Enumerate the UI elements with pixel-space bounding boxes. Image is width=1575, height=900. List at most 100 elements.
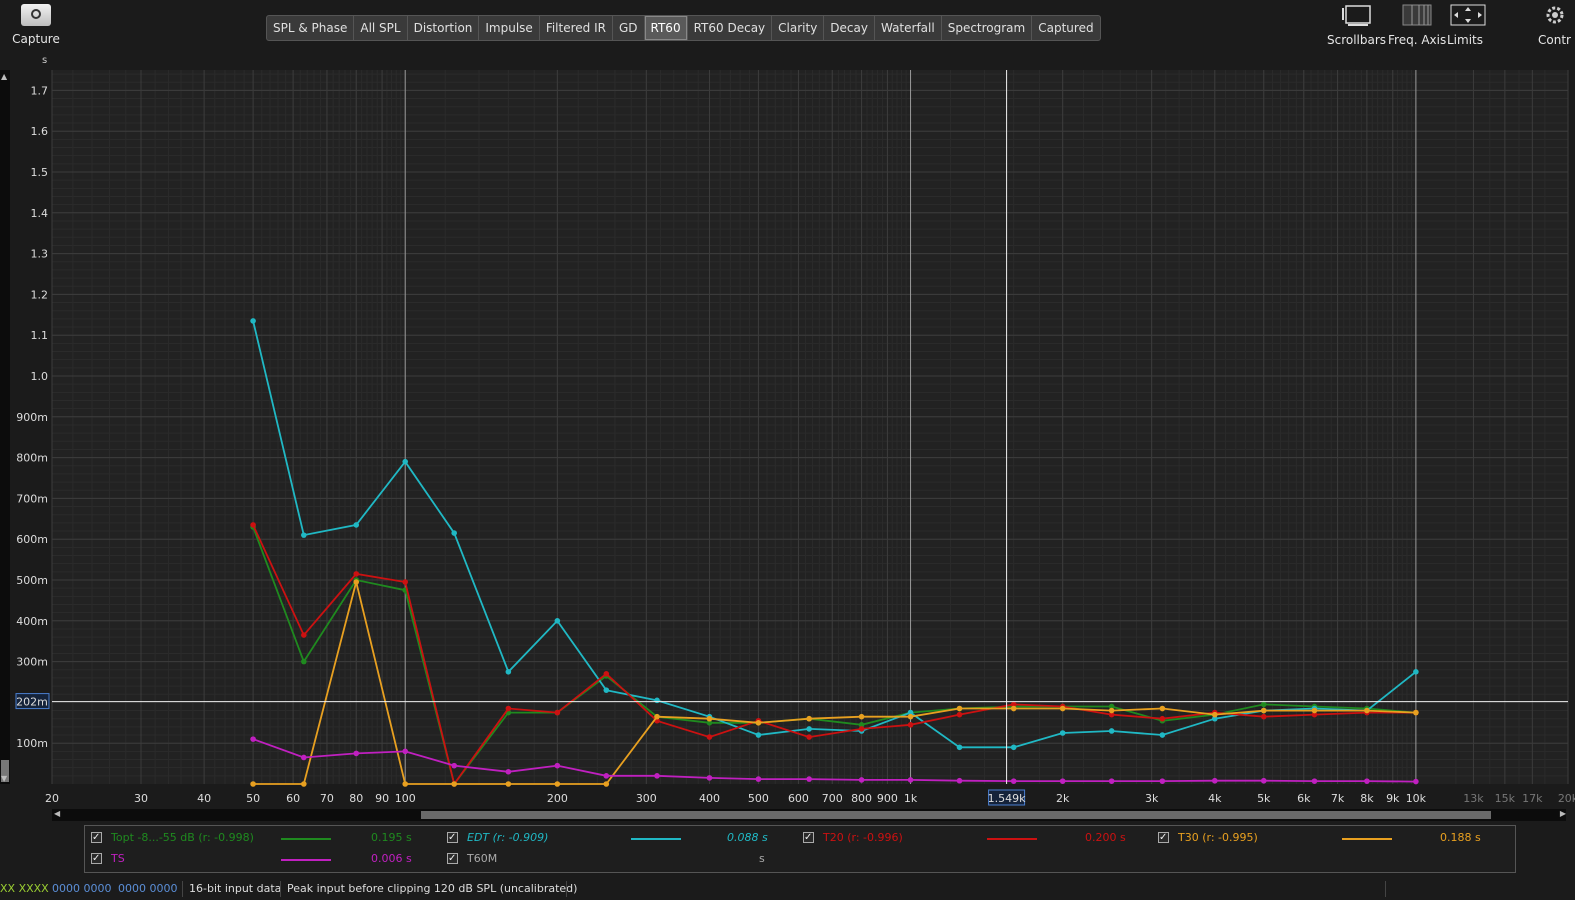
horizontal-scroll-thumb[interactable] [421,811,1491,819]
data-point [907,722,914,728]
t20-value: 0.200 s [1085,831,1126,844]
status-divider [1385,881,1386,897]
gear-icon [1540,4,1570,26]
tab-clarity[interactable]: Clarity [772,16,825,40]
freq-axis-label: Freq. Axis [1388,33,1447,47]
x-tick-label: 600 [788,792,809,805]
data-point [1413,669,1419,675]
legend-item-edt: EDT (r: -0.909) 0.088 s [447,829,787,847]
tab-distortion[interactable]: Distortion [408,16,480,40]
tab-rt60[interactable]: RT60 [644,16,688,40]
edt-checkbox[interactable] [447,829,458,847]
y-tick-label: 800m [16,452,48,465]
limits-icon [1450,4,1486,26]
data-point [1059,730,1066,736]
tab-filtered-ir[interactable]: Filtered IR [540,16,613,40]
capture-button[interactable]: Capture [8,4,64,46]
x-tick-label: 20 [45,792,59,805]
data-point [301,632,307,638]
x-tick-label: 40 [197,792,211,805]
data-point [353,522,360,528]
plot-background [52,70,1568,784]
data-point [907,777,914,783]
ts-checkbox[interactable] [91,850,102,868]
data-point [956,777,963,784]
controls-button[interactable]: Contr [1532,4,1575,47]
data-point [301,754,307,761]
data-point [755,776,762,782]
status-bar: XX XXXX 0000 0000 0000 0000 16-bit input… [0,878,1575,900]
x-tick-label: 2k [1056,792,1070,805]
freq-axis-icon [1402,4,1432,26]
tab-all-spl[interactable]: All SPL [354,16,408,40]
x-tick-label: 5k [1257,792,1271,805]
data-point [603,687,610,693]
data-point [402,579,409,585]
y-tick-label: 1.3 [31,248,49,261]
scroll-right-icon[interactable]: ▶ [1560,809,1566,818]
cursor-y-readout: 202m [16,696,48,709]
data-point [353,750,360,757]
data-point [956,744,963,751]
tab-captured[interactable]: Captured [1032,16,1099,40]
x-tick-label: 400 [699,792,720,805]
data-point [402,748,409,755]
t20-swatch [987,838,1037,840]
data-point [1159,732,1166,738]
topt-checkbox[interactable] [91,829,102,847]
data-point [1260,713,1267,720]
y-axis-unit: s [42,55,48,66]
x-tick-label: 30 [134,792,148,805]
tab-waterfall[interactable]: Waterfall [875,16,942,40]
scrollbars-button[interactable]: Scrollbars [1327,4,1386,47]
data-point [301,781,307,787]
edt-label: EDT (r: -0.909) [467,831,549,844]
tab-rt60-decay[interactable]: RT60 Decay [688,16,773,40]
x-tick-label: 4k [1208,792,1222,805]
rt60-chart[interactable]: 100m 300m 400m 500m 600m 700m 800m 900m 1.0 1.1 1.… [0,70,1575,810]
tab-spectrogram[interactable]: Spectrogram [942,16,1033,40]
horizontal-scrollbar[interactable]: ◀ ▶ [52,809,1566,821]
data-point [603,773,610,779]
t30-label: T30 (r: -0.995) [1178,831,1258,844]
t20-checkbox[interactable] [803,829,814,847]
tab-gd[interactable]: GD [613,16,645,40]
data-point [1413,778,1419,785]
tab-spl-phase[interactable]: SPL & Phase [267,16,355,40]
data-point [1211,777,1218,784]
t60m-checkbox[interactable] [447,850,458,868]
y-tick-label: 100m [16,737,48,750]
y-tick-label: 300m [16,656,48,669]
legend-item-t20: T20 (r: -0.996) 0.200 s [803,829,1143,847]
topt-value: 0.195 s [371,831,412,844]
data-point [1260,707,1267,714]
data-point [301,532,307,538]
freq-axis-button[interactable]: Freq. Axis [1388,4,1446,47]
x-tick-label: 7k [1331,792,1345,805]
data-point [353,571,360,577]
data-point [554,762,561,769]
data-point [755,732,762,738]
data-point [505,768,512,775]
ts-label: TS [111,852,125,865]
tab-decay[interactable]: Decay [824,16,875,40]
edt-value: 0.088 s [727,831,768,844]
data-point [1108,728,1115,734]
x-tick-label: 3k [1145,792,1159,805]
status-divider [182,881,183,897]
data-point [1108,778,1115,784]
data-point [806,734,812,740]
x-tick-label: 8k [1360,792,1374,805]
scroll-left-icon[interactable]: ◀ [54,809,60,818]
data-point [706,715,713,722]
x-tick-label: 300 [636,792,657,805]
tab-impulse[interactable]: Impulse [479,16,540,40]
status-level-a: XX XXXX [0,882,49,895]
t30-checkbox[interactable] [1158,829,1169,847]
limits-button[interactable]: Limits [1447,4,1486,47]
data-point [1413,709,1419,716]
x-tick-label: 70 [320,792,334,805]
data-point [1364,778,1370,784]
graph-tabs: SPL & Phase All SPL Distortion Impulse F… [266,15,1101,41]
y-tick-label: 1.6 [31,125,49,138]
